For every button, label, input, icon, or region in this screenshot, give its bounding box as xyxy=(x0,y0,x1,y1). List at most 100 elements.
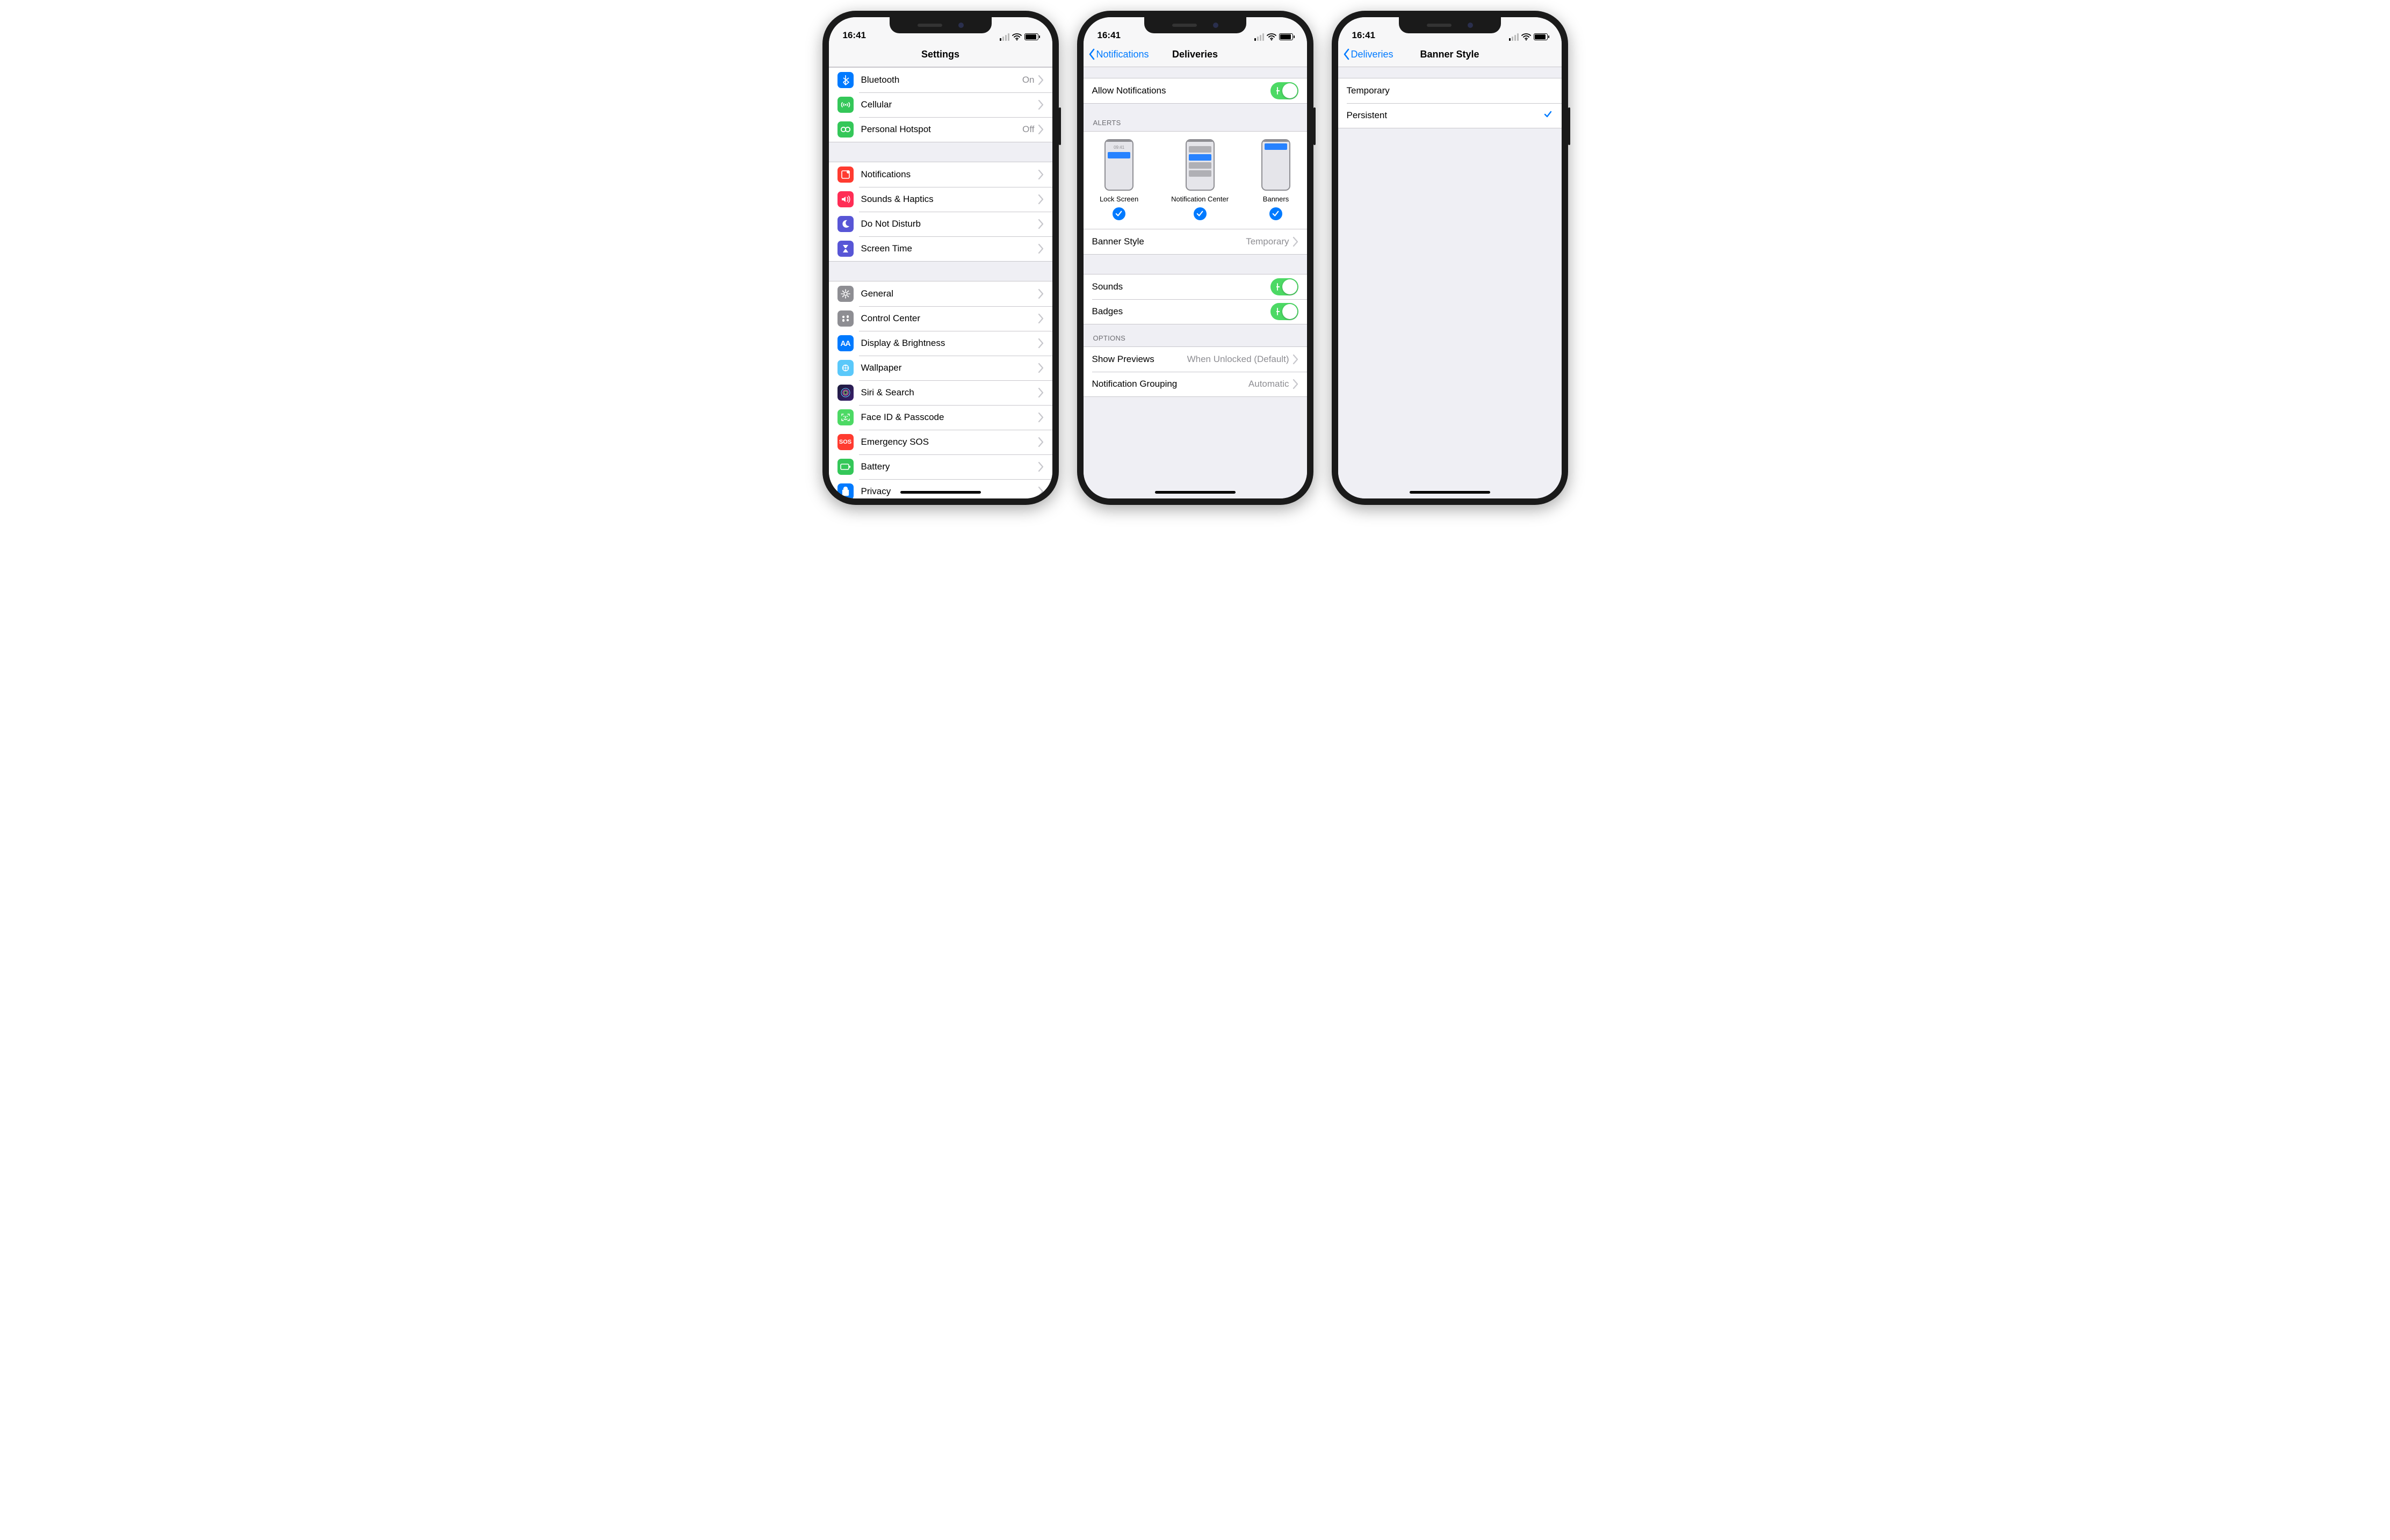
display-icon: AA xyxy=(837,335,854,351)
options-group: Show Previews When Unlocked (Default) No… xyxy=(1084,346,1307,397)
alert-option-banners[interactable]: Banners xyxy=(1261,139,1290,220)
row-label: Bluetooth xyxy=(861,75,1022,85)
section-header-options: OPTIONS xyxy=(1084,324,1307,346)
row-sounds[interactable]: Sounds & Haptics xyxy=(829,187,1052,212)
toggle-sounds[interactable] xyxy=(1270,278,1298,295)
option-label: Persistent xyxy=(1347,110,1543,121)
controlcenter-icon xyxy=(837,310,854,327)
row-screentime[interactable]: Screen Time xyxy=(829,236,1052,261)
row-label: Battery xyxy=(861,461,1038,472)
cellular-signal-icon xyxy=(1254,33,1264,41)
row-banner-style[interactable]: Banner Style Temporary xyxy=(1084,229,1307,254)
chevron-right-icon xyxy=(1293,379,1298,389)
row-notification-grouping[interactable]: Notification Grouping Automatic xyxy=(1084,372,1307,396)
status-time: 16:41 xyxy=(1352,30,1375,41)
option-persistent[interactable]: Persistent xyxy=(1338,103,1562,128)
cellular-signal-icon xyxy=(1000,33,1009,41)
row-siri[interactable]: Siri & Search xyxy=(829,380,1052,405)
banner-style-content[interactable]: Temporary Persistent xyxy=(1338,67,1562,498)
row-label: Screen Time xyxy=(861,243,1038,254)
wifi-icon xyxy=(1012,33,1022,41)
row-faceid[interactable]: Face ID & Passcode xyxy=(829,405,1052,430)
notch xyxy=(1399,17,1501,33)
row-general[interactable]: General xyxy=(829,281,1052,306)
back-button[interactable]: Notifications xyxy=(1088,42,1149,67)
faceid-icon xyxy=(837,409,854,425)
row-label: Show Previews xyxy=(1092,354,1187,365)
row-label: Siri & Search xyxy=(861,387,1038,398)
row-label: Emergency SOS xyxy=(861,437,1038,447)
lockscreen-preview-icon: 09:41 xyxy=(1104,139,1133,191)
alert-option-lockscreen[interactable]: 09:41 Lock Screen xyxy=(1100,139,1138,220)
row-display[interactable]: AA Display & Brightness xyxy=(829,331,1052,356)
chevron-right-icon xyxy=(1038,387,1044,398)
row-value: On xyxy=(1022,75,1035,85)
sounds-badges-group: Sounds Badges xyxy=(1084,274,1307,324)
allow-group: Allow Notifications xyxy=(1084,78,1307,104)
alert-label: Lock Screen xyxy=(1100,195,1138,203)
chevron-right-icon xyxy=(1038,99,1044,110)
row-dnd[interactable]: Do Not Disturb xyxy=(829,212,1052,236)
row-label: Sounds xyxy=(1092,281,1270,292)
banners-preview-icon xyxy=(1261,139,1290,191)
battery-icon xyxy=(837,459,854,475)
notifications-icon xyxy=(837,167,854,183)
row-badges[interactable]: Badges xyxy=(1084,299,1307,324)
row-label: Banner Style xyxy=(1092,236,1246,247)
chevron-right-icon xyxy=(1038,288,1044,299)
page-title: Banner Style xyxy=(1420,49,1479,60)
deliveries-content[interactable]: Allow Notifications ALERTS 09:41 Lock Sc… xyxy=(1084,67,1307,498)
row-value: When Unlocked (Default) xyxy=(1187,354,1289,365)
status-time: 16:41 xyxy=(1097,30,1121,41)
row-hotspot[interactable]: Personal Hotspot Off xyxy=(829,117,1052,142)
chevron-right-icon xyxy=(1038,338,1044,349)
phone-deliveries: 16:41 Notifications Deliveries Allow Not… xyxy=(1077,11,1313,505)
row-label: Allow Notifications xyxy=(1092,85,1270,96)
home-indicator[interactable] xyxy=(1410,491,1490,494)
phone-banner-style: 16:41 Deliveries Banner Style Temporary xyxy=(1332,11,1568,505)
chevron-right-icon xyxy=(1038,461,1044,472)
toggle-allow-notifications[interactable] xyxy=(1270,82,1298,99)
siri-icon xyxy=(837,385,854,401)
banner-style-options: Temporary Persistent xyxy=(1338,78,1562,128)
home-indicator[interactable] xyxy=(1155,491,1236,494)
battery-icon xyxy=(1024,33,1038,40)
row-label: Cellular xyxy=(861,99,1038,110)
sos-icon: SOS xyxy=(837,434,854,450)
option-temporary[interactable]: Temporary xyxy=(1338,78,1562,103)
row-notifications[interactable]: Notifications xyxy=(829,162,1052,187)
row-show-previews[interactable]: Show Previews When Unlocked (Default) xyxy=(1084,347,1307,372)
back-button[interactable]: Deliveries xyxy=(1342,42,1393,67)
row-value: Off xyxy=(1022,124,1034,135)
row-label: Do Not Disturb xyxy=(861,219,1038,229)
wifi-icon xyxy=(1267,33,1276,41)
row-sounds[interactable]: Sounds xyxy=(1084,274,1307,299)
alert-option-notification-center[interactable]: Notification Center xyxy=(1171,139,1229,220)
checkmark-icon xyxy=(1113,207,1125,220)
row-label: Notifications xyxy=(861,169,1038,180)
row-cellular[interactable]: Cellular xyxy=(829,92,1052,117)
row-privacy[interactable]: Privacy xyxy=(829,479,1052,498)
row-allow-notifications[interactable]: Allow Notifications xyxy=(1084,78,1307,103)
row-bluetooth[interactable]: Bluetooth On xyxy=(829,68,1052,92)
sounds-icon xyxy=(837,191,854,207)
home-indicator[interactable] xyxy=(900,491,981,494)
settings-list[interactable]: Bluetooth On Cellular Personal Hotspot O… xyxy=(829,67,1052,498)
row-sos[interactable]: SOS Emergency SOS xyxy=(829,430,1052,454)
alert-label: Notification Center xyxy=(1171,195,1229,203)
notch xyxy=(1144,17,1246,33)
row-wallpaper[interactable]: Wallpaper xyxy=(829,356,1052,380)
chevron-right-icon xyxy=(1038,194,1044,205)
row-label: Control Center xyxy=(861,313,1038,324)
settings-group-2: General Control Center AA Display & Brig… xyxy=(829,281,1052,498)
toggle-badges[interactable] xyxy=(1270,303,1298,320)
row-label: Notification Grouping xyxy=(1092,379,1248,389)
nav-bar: Notifications Deliveries xyxy=(1084,42,1307,67)
row-controlcenter[interactable]: Control Center xyxy=(829,306,1052,331)
chevron-right-icon xyxy=(1038,75,1044,85)
phone-settings: 16:41 Settings Bluetooth On Cellul xyxy=(822,11,1059,505)
page-title: Deliveries xyxy=(1172,49,1218,60)
settings-group-1: Notifications Sounds & Haptics Do Not Di… xyxy=(829,162,1052,262)
page-title: Settings xyxy=(921,49,959,60)
row-battery[interactable]: Battery xyxy=(829,454,1052,479)
